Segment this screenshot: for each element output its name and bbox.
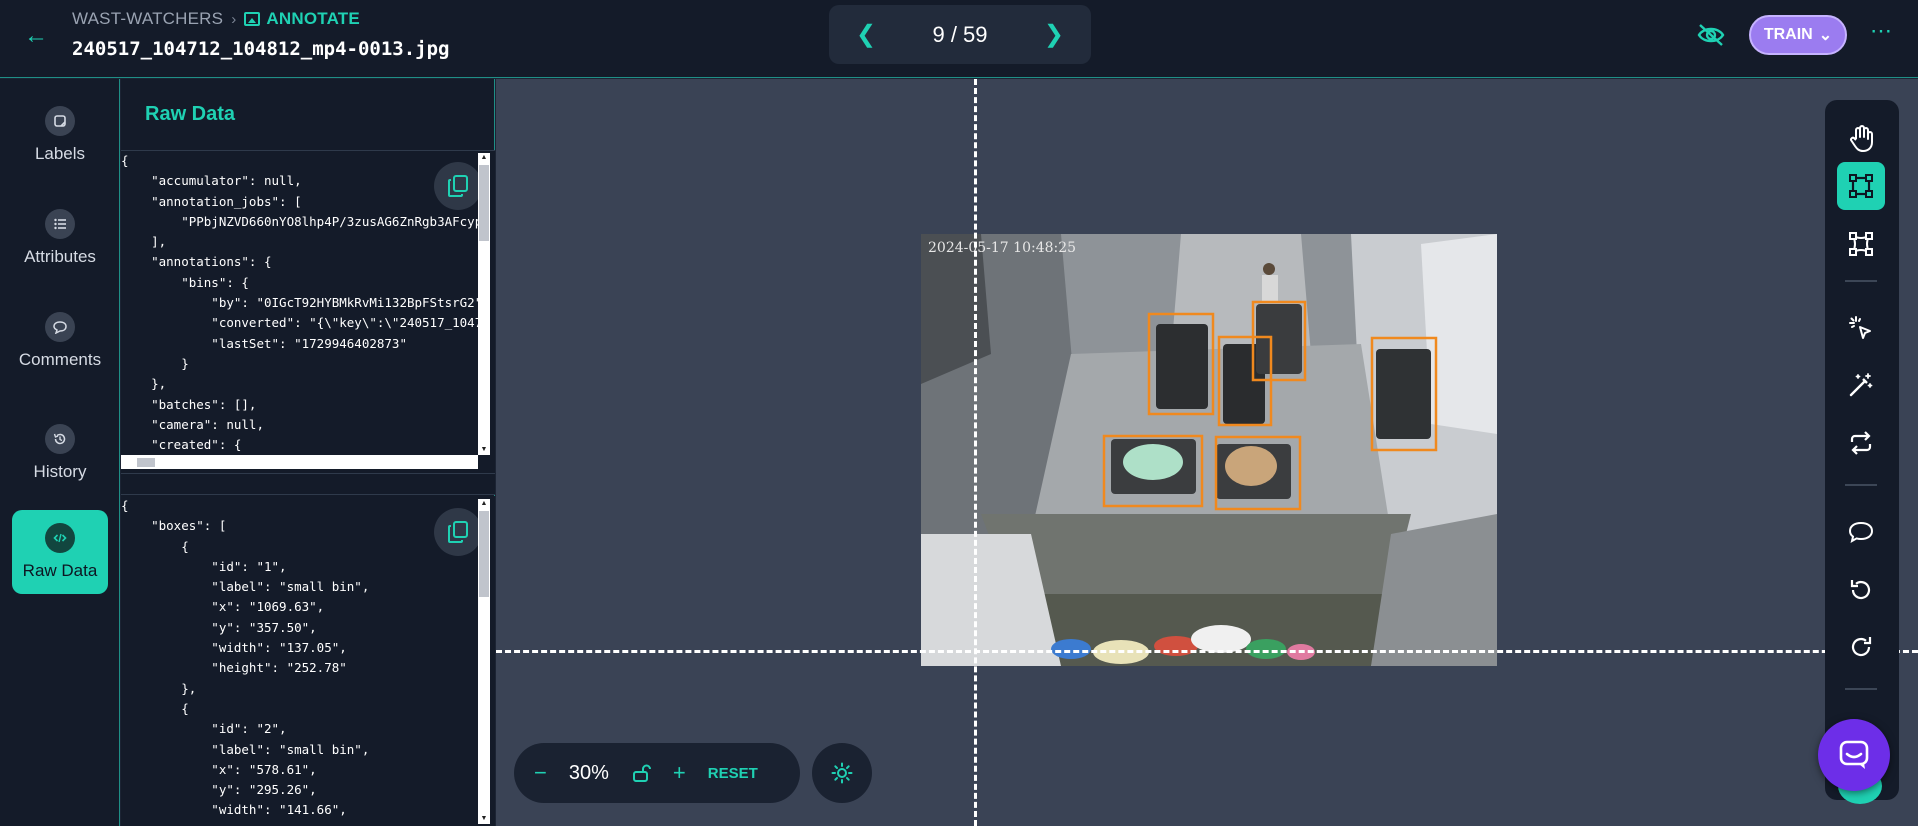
zoom-level: 30%: [568, 761, 609, 784]
copy-boxes-json-button[interactable]: [434, 508, 482, 556]
next-image-button[interactable]: ❯: [1043, 20, 1065, 49]
chevron-right-icon: ›: [231, 10, 237, 28]
sidebar-item-comments[interactable]: Comments: [12, 299, 108, 383]
speech-bubble-icon: [1848, 521, 1874, 543]
brightness-button[interactable]: [812, 743, 872, 803]
sidebar-item-labels[interactable]: Labels: [12, 93, 108, 177]
copy-icon: [448, 175, 468, 197]
magic-cursor-icon: [1849, 316, 1871, 339]
scene-image: [921, 234, 1497, 666]
redo-button[interactable]: [1837, 623, 1885, 671]
repeat-icon: [1850, 431, 1872, 455]
sidebar-item-raw-data[interactable]: Raw Data: [12, 510, 108, 594]
unlock-icon[interactable]: [631, 763, 651, 783]
copy-item-json-button[interactable]: [434, 162, 482, 210]
hand-tool-button[interactable]: [1837, 115, 1885, 163]
crosshair-horizontal-guide: [496, 650, 1918, 653]
reset-zoom-button[interactable]: RESET: [708, 765, 758, 782]
item-json-vertical-scrollbar[interactable]: ▲ ▼: [478, 153, 490, 455]
toolbar-divider: [1845, 484, 1877, 486]
raw-data-panel: Raw Data { "accumulator": null, "annotat…: [121, 79, 495, 826]
chat-icon: [1839, 740, 1869, 769]
item-json-horizontal-scrollbar[interactable]: [121, 455, 478, 469]
list-icon: [45, 209, 75, 239]
image-pager: ❮ 9 / 59 ❯: [829, 5, 1091, 64]
zoom-in-button[interactable]: +: [673, 760, 686, 786]
left-sidebar: Labels Attributes Comments History Raw D…: [0, 79, 120, 826]
comment-icon: [45, 312, 75, 342]
polygon-tool-button[interactable]: [1837, 220, 1885, 268]
file-name: 240517_104712_104812_mp4-0013.jpg: [72, 38, 450, 60]
scroll-up-arrow-icon[interactable]: ▲: [478, 499, 490, 509]
image-icon: [244, 12, 261, 26]
sidebar-item-attributes[interactable]: Attributes: [12, 196, 108, 280]
bounding-box-tool-button[interactable]: [1837, 162, 1885, 210]
code-icon: [45, 523, 75, 553]
back-arrow-icon[interactable]: ←: [22, 22, 50, 50]
train-button[interactable]: TRAIN ⌄: [1749, 15, 1847, 55]
divider: [121, 473, 495, 495]
boxes-json-vertical-scrollbar[interactable]: ▲ ▼: [478, 499, 490, 824]
history-icon: [45, 424, 75, 454]
train-label: TRAIN: [1763, 26, 1813, 43]
scrollbar-thumb[interactable]: [137, 458, 155, 467]
panel-title: Raw Data: [145, 103, 236, 125]
sidebar-item-label: Comments: [18, 350, 102, 369]
zoom-out-button[interactable]: −: [534, 760, 547, 786]
hand-icon: [1850, 125, 1873, 152]
polygon-icon: [1849, 232, 1873, 256]
sun-icon: [831, 762, 853, 784]
tool-palette: [1825, 100, 1899, 800]
sidebar-item-label: History: [33, 462, 87, 481]
magic-wand-icon: [1849, 373, 1873, 397]
breadcrumb: WAST-WATCHERS › ANNOTATE: [72, 9, 360, 29]
copy-icon: [448, 521, 468, 543]
sidebar-item-label: Raw Data: [22, 561, 98, 580]
annotation-canvas[interactable]: 2024-05-17 10:48:25 − 30% + RESET: [496, 79, 1918, 826]
breadcrumb-section: ANNOTATE: [266, 9, 360, 28]
toolbar-divider: [1845, 688, 1877, 690]
sync-tool-button[interactable]: [1837, 419, 1885, 467]
breadcrumb-annotate: ANNOTATE: [244, 9, 360, 29]
support-chat-button[interactable]: [1818, 719, 1890, 791]
magic-wand-tool-button[interactable]: [1837, 361, 1885, 409]
more-options-icon[interactable]: ⋯: [1870, 18, 1893, 44]
sidebar-item-label: Attributes: [24, 247, 96, 266]
image-timestamp: 2024-05-17 10:48:25: [928, 240, 1077, 256]
chevron-down-icon: ⌄: [1818, 27, 1833, 44]
toolbar-divider: [1845, 280, 1877, 282]
comment-tool-button[interactable]: [1837, 508, 1885, 556]
annotated-image[interactable]: 2024-05-17 10:48:25: [921, 234, 1497, 666]
undo-button[interactable]: [1837, 566, 1885, 614]
sidebar-item-history[interactable]: History: [12, 411, 108, 495]
auto-annotate-tool-button[interactable]: [1837, 304, 1885, 352]
eye-off-icon[interactable]: [1696, 22, 1726, 48]
page-counter: 9 / 59: [932, 21, 988, 47]
annotate-app: ← WAST-WATCHERS › ANNOTATE 240517_104712…: [0, 0, 1918, 826]
scroll-up-arrow-icon[interactable]: ▲: [478, 153, 490, 163]
scroll-down-arrow-icon[interactable]: ▼: [478, 445, 490, 455]
prev-image-button[interactable]: ❮: [855, 20, 877, 49]
scrollbar-thumb[interactable]: [479, 165, 489, 241]
tag-icon: [45, 106, 75, 136]
scrollbar-thumb[interactable]: [479, 511, 489, 597]
scroll-down-arrow-icon[interactable]: ▼: [478, 814, 490, 824]
redo-icon: [1851, 637, 1872, 657]
top-bar: ← WAST-WATCHERS › ANNOTATE 240517_104712…: [0, 0, 1918, 78]
breadcrumb-project[interactable]: WAST-WATCHERS: [72, 9, 223, 29]
bounding-box-icon: [1849, 174, 1873, 198]
undo-icon: [1850, 580, 1871, 600]
crosshair-vertical-guide: [974, 79, 977, 826]
sidebar-item-label: Labels: [34, 144, 86, 163]
zoom-controls: − 30% + RESET: [514, 743, 800, 803]
